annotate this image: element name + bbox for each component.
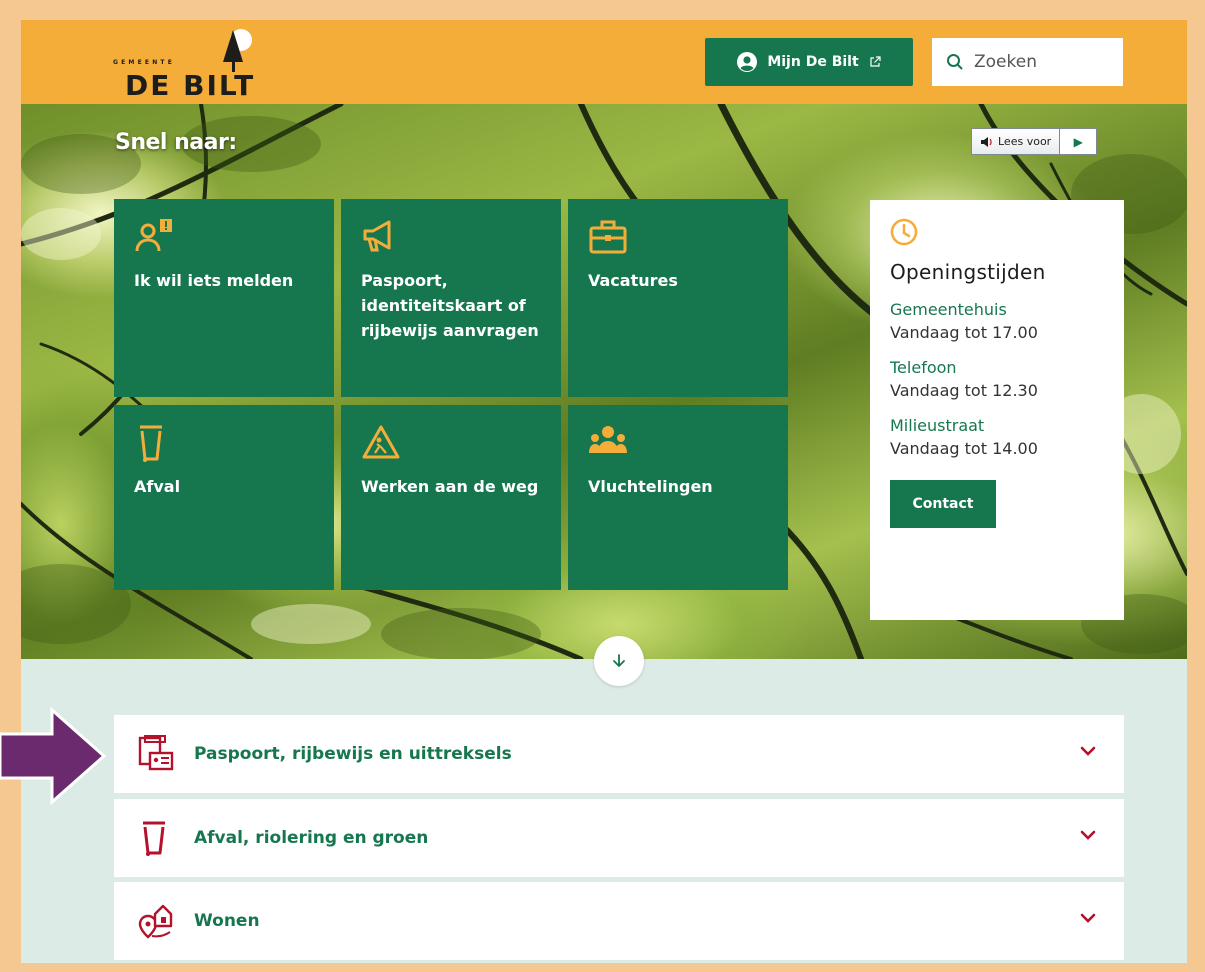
chevron-down-icon bbox=[1080, 913, 1096, 923]
openingstijden-title: Openingstijden bbox=[890, 260, 1046, 284]
people-group-icon bbox=[589, 426, 627, 453]
trash-bin-icon bbox=[140, 425, 162, 462]
search-icon bbox=[947, 54, 963, 70]
opening-entry-name: Gemeentehuis bbox=[890, 300, 1007, 319]
logo-main-text: DE BILT bbox=[125, 69, 256, 102]
tile-vluchtelingen[interactable]: Vluchtelingen bbox=[568, 405, 788, 590]
megaphone-icon bbox=[363, 220, 391, 252]
briefcase-icon bbox=[589, 220, 627, 254]
logo-tree-icon bbox=[223, 29, 252, 72]
accordion-afval[interactable]: Afval, riolering en groen bbox=[114, 799, 1124, 877]
lees-voor-button[interactable]: Lees voor bbox=[972, 129, 1061, 154]
annotation-arrow-icon bbox=[0, 706, 107, 806]
trash-bin-icon bbox=[143, 821, 165, 856]
search-input[interactable]: Zoeken bbox=[932, 38, 1123, 86]
play-button[interactable]: ▶ bbox=[1060, 129, 1096, 154]
page-frame: GEMEENTE DE BILT Mijn De Bilt Zoeken Sne… bbox=[21, 20, 1187, 963]
play-icon: ▶ bbox=[1073, 134, 1083, 149]
search-placeholder: Zoeken bbox=[974, 52, 1037, 72]
tile-label: Werken aan de weg bbox=[361, 477, 539, 496]
contact-button[interactable]: Contact bbox=[890, 480, 996, 528]
tile-werken-aan-de-weg[interactable]: Werken aan de weg bbox=[341, 405, 561, 590]
tile-label: Vluchtelingen bbox=[588, 477, 713, 496]
openingstijden-card: Openingstijden Gemeentehuis Vandaag tot … bbox=[870, 200, 1124, 620]
user-circle-icon bbox=[737, 52, 758, 72]
house-location-icon bbox=[138, 904, 173, 939]
accordion-label: Afval, riolering en groen bbox=[194, 828, 429, 848]
tile-label: Ik wil iets melden bbox=[134, 271, 294, 290]
hero-banner: Snel naar: Lees voor ▶ Ik wil iets melde… bbox=[21, 104, 1187, 659]
accordion-paspoort[interactable]: Paspoort, rijbewijs en uittreksels bbox=[114, 715, 1124, 793]
opening-entry-name: Telefoon bbox=[890, 358, 957, 377]
tile-label: Paspoort, identiteitskaart of rijbewijs … bbox=[361, 271, 539, 340]
opening-entry-time: Vandaag tot 12.30 bbox=[890, 381, 1038, 400]
logo-gemeente-text: GEMEENTE bbox=[113, 59, 176, 66]
site-logo[interactable]: GEMEENTE DE BILT bbox=[111, 28, 271, 102]
mijn-de-bilt-label: Mijn De Bilt bbox=[767, 54, 859, 70]
tile-label: Afval bbox=[134, 477, 181, 496]
id-documents-icon bbox=[138, 735, 174, 771]
chevron-down-icon bbox=[1080, 746, 1096, 756]
opening-entry-name: Milieustraat bbox=[890, 416, 985, 435]
scroll-down-button[interactable] bbox=[594, 636, 644, 686]
tile-vacatures[interactable]: Vacatures bbox=[568, 199, 788, 397]
speaker-icon bbox=[981, 136, 992, 147]
clock-icon bbox=[890, 218, 918, 246]
opening-entry-time: Vandaag tot 17.00 bbox=[890, 323, 1038, 342]
mijn-de-bilt-button[interactable]: Mijn De Bilt bbox=[705, 38, 913, 86]
tile-paspoort-aanvragen[interactable]: Paspoort, identiteitskaart of rijbewijs … bbox=[341, 199, 561, 397]
roadwork-sign-icon bbox=[362, 425, 400, 459]
site-header: GEMEENTE DE BILT Mijn De Bilt Zoeken bbox=[21, 20, 1187, 104]
lees-voor-label: Lees voor bbox=[998, 135, 1052, 148]
snel-naar-title: Snel naar: bbox=[115, 130, 237, 155]
tile-ik-wil-iets-melden[interactable]: Ik wil iets melden bbox=[114, 199, 334, 397]
tile-label: Vacatures bbox=[588, 271, 678, 290]
opening-entry-time: Vandaag tot 14.00 bbox=[890, 439, 1038, 458]
report-person-icon bbox=[135, 219, 172, 252]
chevron-down-icon bbox=[1080, 830, 1096, 840]
accordion-label: Wonen bbox=[194, 911, 260, 931]
external-link-icon bbox=[870, 56, 881, 67]
lees-voor-widget[interactable]: Lees voor ▶ bbox=[971, 128, 1098, 155]
tile-afval[interactable]: Afval bbox=[114, 405, 334, 590]
accordion-wonen[interactable]: Wonen bbox=[114, 882, 1124, 960]
accordion-label: Paspoort, rijbewijs en uittreksels bbox=[194, 744, 512, 764]
arrow-down-icon bbox=[613, 654, 625, 667]
